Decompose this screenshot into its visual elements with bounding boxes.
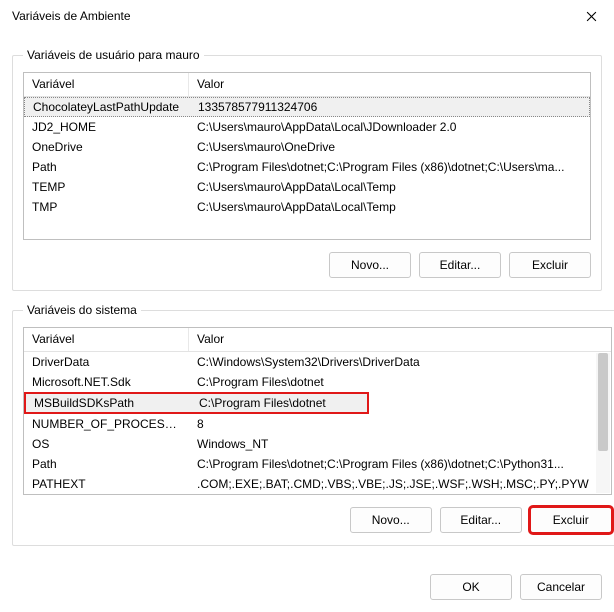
table-row[interactable]: JD2_HOME C:\Users\mauro\AppData\Local\JD… bbox=[24, 117, 590, 137]
table-row[interactable]: NUMBER_OF_PROCESSORS 8 bbox=[24, 414, 597, 434]
column-header-value[interactable]: Valor bbox=[189, 328, 611, 351]
cell-value: C:\Program Files\dotnet bbox=[191, 392, 367, 414]
cell-variable: Path bbox=[24, 156, 189, 178]
cell-variable: NUMBER_OF_PROCESSORS bbox=[24, 413, 189, 435]
table-row-highlighted[interactable]: MSBuildSDKsPath C:\Program Files\dotnet bbox=[24, 392, 369, 414]
cell-variable: MSBuildSDKsPath bbox=[26, 392, 191, 414]
table-row[interactable]: Path C:\Program Files\dotnet;C:\Program … bbox=[24, 157, 590, 177]
cell-value: C:\Users\mauro\AppData\Local\Temp bbox=[189, 176, 590, 198]
system-variables-group: Variáveis do sistema Variável Valor Driv… bbox=[12, 303, 614, 546]
table-header: Variável Valor bbox=[24, 328, 611, 352]
table-row[interactable]: TMP C:\Users\mauro\AppData\Local\Temp bbox=[24, 197, 590, 217]
cell-variable: TEMP bbox=[24, 176, 189, 198]
column-header-value[interactable]: Valor bbox=[189, 73, 590, 96]
close-button[interactable] bbox=[568, 0, 614, 32]
user-variables-table[interactable]: Variável Valor ChocolateyLastPathUpdate … bbox=[23, 72, 591, 240]
table-row[interactable]: ChocolateyLastPathUpdate 133578577911324… bbox=[24, 97, 590, 117]
cell-value: C:\Users\mauro\OneDrive bbox=[189, 136, 590, 158]
edit-button[interactable]: Editar... bbox=[440, 507, 522, 533]
table-header: Variável Valor bbox=[24, 73, 590, 97]
table-row[interactable]: OneDrive C:\Users\mauro\OneDrive bbox=[24, 137, 590, 157]
window-title: Variáveis de Ambiente bbox=[12, 9, 131, 23]
cell-variable: ChocolateyLastPathUpdate bbox=[25, 97, 190, 118]
cell-value: C:\Program Files\dotnet;C:\Program Files… bbox=[189, 156, 590, 178]
dialog-footer: OK Cancelar bbox=[0, 564, 614, 612]
table-row[interactable]: Microsoft.NET.Sdk C:\Program Files\dotne… bbox=[24, 372, 597, 392]
system-buttons-row: Novo... Editar... Excluir bbox=[23, 507, 612, 533]
table-row[interactable]: OS Windows_NT bbox=[24, 434, 597, 454]
cell-variable: Path bbox=[24, 453, 189, 475]
cell-value: .COM;.EXE;.BAT;.CMD;.VBS;.VBE;.JS;.JSE;.… bbox=[189, 473, 597, 494]
cell-value: C:\Users\mauro\AppData\Local\Temp bbox=[189, 196, 590, 218]
new-button[interactable]: Novo... bbox=[329, 252, 411, 278]
cell-value: C:\Program Files\dotnet bbox=[189, 371, 597, 393]
ok-button[interactable]: OK bbox=[430, 574, 512, 600]
delete-button-highlighted[interactable]: Excluir bbox=[530, 507, 612, 533]
column-header-variable[interactable]: Variável bbox=[24, 73, 189, 96]
scrollbar[interactable] bbox=[596, 353, 610, 493]
table-row[interactable]: DriverData C:\Windows\System32\Drivers\D… bbox=[24, 352, 597, 372]
close-icon bbox=[586, 11, 597, 22]
user-rows: ChocolateyLastPathUpdate 133578577911324… bbox=[24, 97, 590, 239]
cell-value: C:\Windows\System32\Drivers\DriverData bbox=[189, 352, 597, 373]
cell-variable: JD2_HOME bbox=[24, 116, 189, 138]
table-row[interactable]: Path C:\Program Files\dotnet;C:\Program … bbox=[24, 454, 597, 474]
user-buttons-row: Novo... Editar... Excluir bbox=[23, 252, 591, 278]
user-group-legend: Variáveis de usuário para mauro bbox=[23, 48, 204, 62]
delete-button[interactable]: Excluir bbox=[509, 252, 591, 278]
titlebar: Variáveis de Ambiente bbox=[0, 0, 614, 32]
cell-variable: DriverData bbox=[24, 352, 189, 373]
cell-variable: PATHEXT bbox=[24, 473, 189, 494]
cell-variable: OneDrive bbox=[24, 136, 189, 158]
system-group-legend: Variáveis do sistema bbox=[23, 303, 141, 317]
system-variables-table[interactable]: Variável Valor DriverData C:\Windows\Sys… bbox=[23, 327, 612, 495]
system-rows: DriverData C:\Windows\System32\Drivers\D… bbox=[24, 352, 611, 494]
user-variables-group: Variáveis de usuário para mauro Variável… bbox=[12, 48, 602, 291]
column-header-variable[interactable]: Variável bbox=[24, 328, 189, 351]
new-button[interactable]: Novo... bbox=[350, 507, 432, 533]
cell-variable: TMP bbox=[24, 196, 189, 218]
dialog-content: Variáveis de usuário para mauro Variável… bbox=[0, 32, 614, 564]
cell-value: 133578577911324706 bbox=[190, 97, 589, 118]
cell-value: C:\Program Files\dotnet;C:\Program Files… bbox=[189, 453, 597, 475]
cell-value: Windows_NT bbox=[189, 433, 597, 455]
cancel-button[interactable]: Cancelar bbox=[520, 574, 602, 600]
cell-variable: Microsoft.NET.Sdk bbox=[24, 371, 189, 393]
cell-value: C:\Users\mauro\AppData\Local\JDownloader… bbox=[189, 116, 590, 138]
edit-button[interactable]: Editar... bbox=[419, 252, 501, 278]
cell-value: 8 bbox=[189, 413, 597, 435]
cell-variable: OS bbox=[24, 433, 189, 455]
scrollbar-thumb[interactable] bbox=[598, 353, 608, 451]
table-row[interactable]: TEMP C:\Users\mauro\AppData\Local\Temp bbox=[24, 177, 590, 197]
table-row[interactable]: PATHEXT .COM;.EXE;.BAT;.CMD;.VBS;.VBE;.J… bbox=[24, 474, 597, 494]
